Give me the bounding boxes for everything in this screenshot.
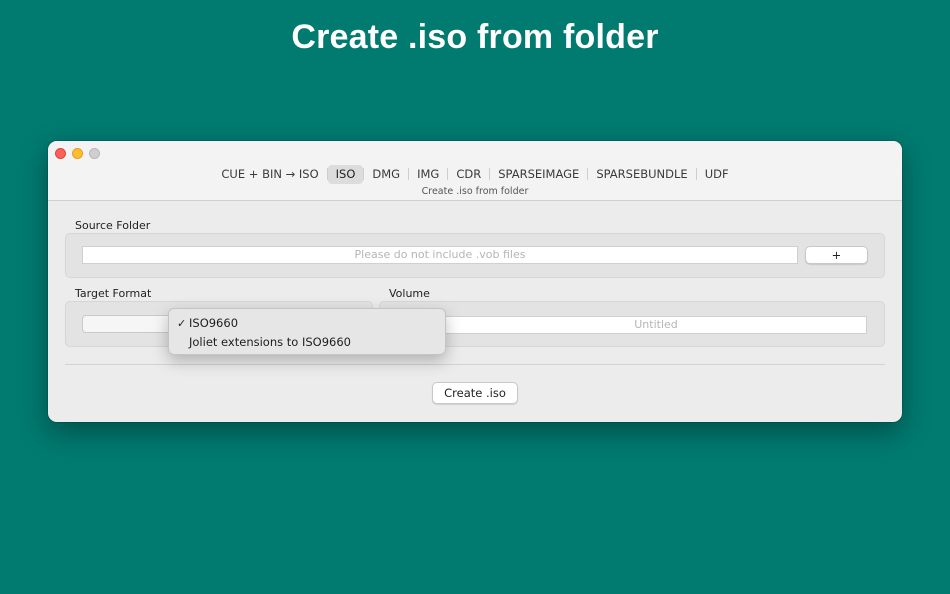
close-window-button[interactable]	[55, 148, 66, 159]
add-source-button[interactable]: +	[805, 246, 868, 264]
tab-sparsebundle[interactable]: SPARSEBUNDLE	[588, 165, 695, 184]
source-folder-input[interactable]: Please do not include .vob files	[82, 246, 798, 264]
title-bar: CUE + BIN → ISO ISO DMG IMG CDR SPARSEIM…	[48, 141, 902, 201]
zoom-window-button[interactable]	[89, 148, 100, 159]
source-folder-group: Please do not include .vob files +	[65, 233, 885, 278]
menu-item-iso9660[interactable]: ✓ ISO9660	[169, 314, 445, 333]
volume-group: Untitled	[379, 301, 885, 347]
app-window: CUE + BIN → ISO ISO DMG IMG CDR SPARSEIM…	[48, 141, 902, 422]
tab-img[interactable]: IMG	[409, 165, 447, 184]
volume-label: Volume	[389, 287, 430, 300]
menu-item-label: ISO9660	[189, 316, 239, 330]
volume-name-input[interactable]: Untitled	[445, 316, 867, 334]
target-format-menu: ✓ ISO9660 Joliet extensions to ISO9660	[168, 308, 446, 355]
minimize-window-button[interactable]	[72, 148, 83, 159]
page-headline: Create .iso from folder	[291, 18, 659, 56]
tab-dmg[interactable]: DMG	[364, 165, 408, 184]
tab-udf[interactable]: UDF	[697, 165, 737, 184]
tab-sparseimage[interactable]: SPARSEIMAGE	[490, 165, 587, 184]
format-tabs: CUE + BIN → ISO ISO DMG IMG CDR SPARSEIM…	[48, 164, 902, 184]
checkmark-icon: ✓	[177, 317, 187, 330]
window-subtitle: Create .iso from folder	[421, 186, 529, 197]
menu-item-label: Joliet extensions to ISO9660	[189, 335, 351, 349]
target-format-label: Target Format	[75, 287, 152, 300]
section-divider	[65, 364, 885, 365]
source-folder-label: Source Folder	[75, 219, 151, 232]
menu-item-joliet[interactable]: Joliet extensions to ISO9660	[169, 333, 445, 352]
tab-cdr[interactable]: CDR	[448, 165, 489, 184]
tab-cue-bin-iso[interactable]: CUE + BIN → ISO	[213, 165, 326, 184]
create-iso-button[interactable]: Create .iso	[432, 382, 518, 404]
tab-iso[interactable]: ISO	[327, 164, 364, 184]
